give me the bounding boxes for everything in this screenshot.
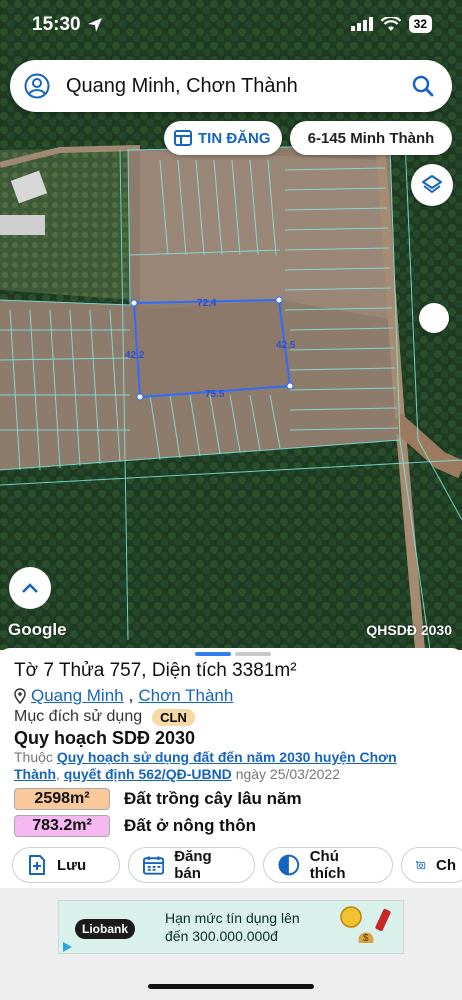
layers-icon [422,175,442,193]
save-button[interactable]: Lưu [12,847,120,883]
status-bar: 15:30 32 [0,0,462,52]
area-label: Đất trồng cây lâu năm [124,789,302,808]
map-view[interactable]: 72.4 42.5 75.5 42.2 15:30 32 Quang Minh,… [0,0,462,650]
plan-date: ngày 25/03/2022 [235,766,341,782]
dimension-bottom: 75.5 [205,389,225,400]
plan-description: Thuộc Quy hoạch sử dụng đất đến năm 2030… [14,749,444,783]
svg-text:$: $ [363,933,369,944]
plan-comma: , [56,766,60,782]
sheet-handle[interactable] [195,652,271,656]
area-row-perennial: 2598m² Đất trồng cây lâu năm [14,788,302,810]
area-value-badge: 2598m² [14,788,110,810]
layers-button[interactable] [411,164,453,206]
camera-add-icon [416,860,426,870]
calendar-icon [143,856,165,875]
capture-label: Ch [436,856,456,874]
ad-banner[interactable]: Liobank Hạn mức tín dụng lên đến 300.000… [58,900,404,954]
capture-button[interactable]: Ch [401,847,462,883]
expand-up-button[interactable] [9,567,51,609]
area-row-rural-residential: 783.2m² Đất ở nông thôn [14,815,256,837]
listings-label: TIN ĐĂNG [198,129,271,147]
battery-indicator: 32 [408,15,432,33]
parcel-chip[interactable]: 6-145 Minh Thành [290,121,452,155]
ad-line-2: đến 300.000.000đ [165,928,278,944]
listing-icon [174,130,192,146]
purpose-code-badge: CLN [152,708,195,726]
ad-choices-icon[interactable] [61,941,73,953]
post-sale-label: Đăng bán [174,848,212,882]
ward-link[interactable]: Quang Minh [31,686,124,706]
parcel-location: Quang Minh, Chơn Thành [14,686,233,706]
search-bar[interactable]: Quang Minh, Chơn Thành [10,60,452,112]
location-separator: , [128,686,134,705]
listings-chip[interactable]: TIN ĐĂNG [164,121,282,155]
google-logo: Google [8,620,67,639]
parcel-title: Tờ 7 Thửa 757, Diện tích 3381m² [14,660,297,681]
coins-illustration: $ [340,906,391,944]
map-control-dot[interactable] [419,303,449,333]
land-use-purpose: Mục đích sử dụng CLN [14,708,195,726]
post-sale-button[interactable]: Đăng bán [128,847,255,883]
save-label: Lưu [57,856,87,874]
add-document-icon [29,855,45,875]
wifi-icon [380,16,401,31]
status-time: 15:30 [32,14,103,36]
district-link[interactable]: Chơn Thành [138,686,233,706]
search-icon[interactable] [410,73,436,99]
parcel-chip-label: 6-145 Minh Thành [307,129,435,147]
area-label: Đất ở nông thôn [124,816,256,835]
parcel-info-sheet: Tờ 7 Thửa 757, Diện tích 3381m² Quang Mi… [0,648,462,888]
home-indicator [148,984,314,989]
chevron-up-icon [22,583,38,593]
ad-line-1: Hạn mức tín dụng lên [165,910,300,926]
action-bar: Lưu Đăng bán Chú thích Ch [12,847,462,883]
dimension-left: 42.2 [125,350,145,361]
ad-text: Hạn mức tín dụng lên đến 300.000.000đ [165,909,300,945]
search-query[interactable]: Quang Minh, Chơn Thành [66,75,410,98]
time-label: 15:30 [32,14,81,35]
layer-badge: QHSDĐ 2030 [366,622,452,638]
legend-button[interactable]: Chú thích [263,847,393,883]
location-arrow-icon [87,18,102,32]
user-profile-icon[interactable] [24,73,50,99]
plan-title: Quy hoạch SDĐ 2030 [14,728,196,748]
decision-link[interactable]: quyết định 562/QĐ-UBND [64,766,232,782]
legend-label: Chú thích [309,848,346,882]
dimension-top: 72.4 [197,298,217,309]
ad-brand: Liobank [75,919,136,939]
location-pin-icon [14,688,26,704]
plan-prefix: Thuộc [14,749,53,765]
parcel-outline [132,298,292,399]
signal-icon [350,17,373,31]
area-value-badge: 783.2m² [14,815,110,837]
dimension-right: 42.5 [276,340,296,351]
purpose-label: Mục đích sử dụng [14,708,143,725]
contrast-icon [278,854,300,876]
